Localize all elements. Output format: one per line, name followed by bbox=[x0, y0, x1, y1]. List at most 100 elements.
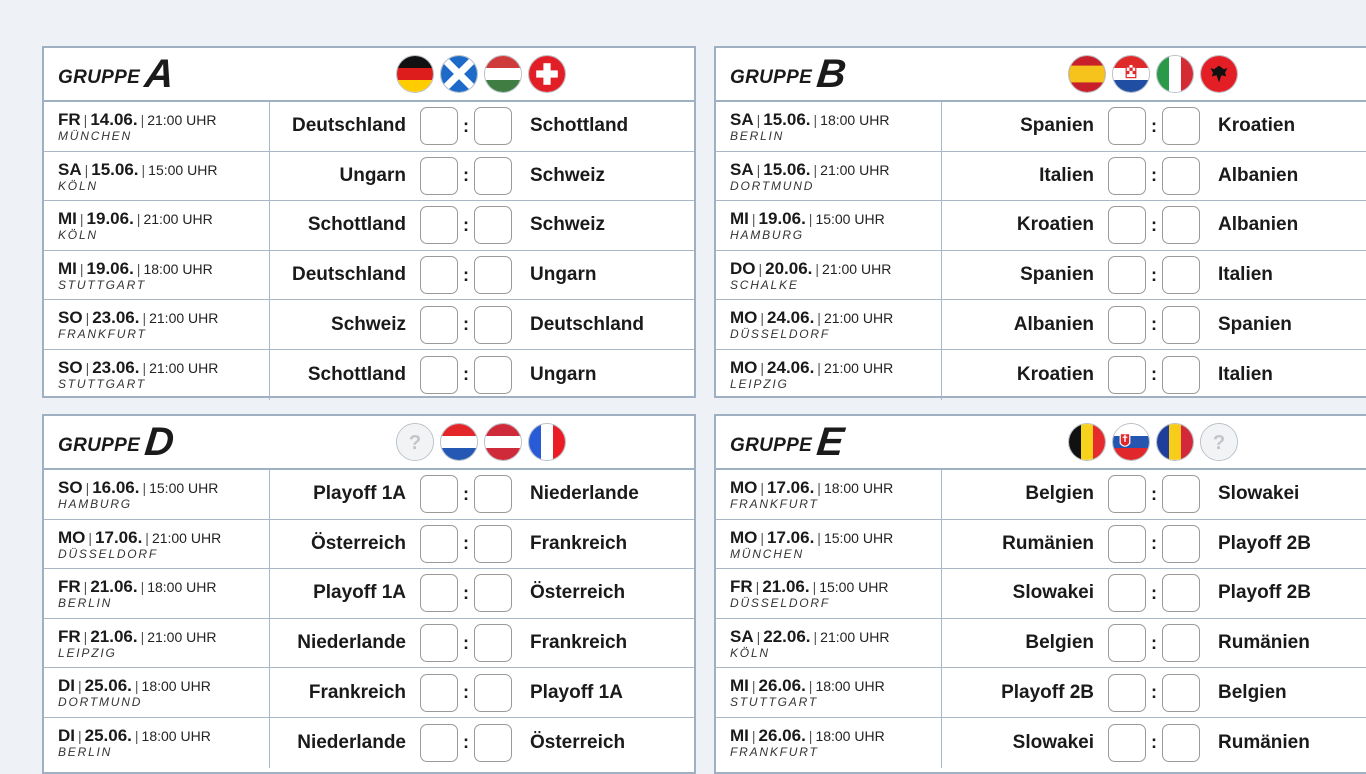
match-time: 15:00 UHR bbox=[823, 529, 894, 546]
home-score-input[interactable] bbox=[420, 107, 458, 146]
home-score-input[interactable] bbox=[1108, 673, 1146, 712]
home-score-input[interactable] bbox=[1108, 256, 1146, 295]
match-day: MI bbox=[58, 209, 77, 229]
away-score-input[interactable] bbox=[1162, 355, 1200, 394]
away-score-input[interactable] bbox=[1162, 156, 1200, 195]
away-score-input[interactable] bbox=[474, 355, 512, 394]
away-score-input[interactable] bbox=[1162, 574, 1200, 613]
away-score-input[interactable] bbox=[474, 673, 512, 712]
home-score-input[interactable] bbox=[420, 574, 458, 613]
away-score-input[interactable] bbox=[1162, 206, 1200, 245]
match-day: MI bbox=[730, 676, 749, 696]
away-score-input[interactable] bbox=[1162, 256, 1200, 295]
match-info: SA | 22.06. | 21:00 UHR Köln bbox=[716, 618, 942, 668]
group-letter: A bbox=[142, 52, 177, 96]
home-score-input[interactable] bbox=[1108, 355, 1146, 394]
home-team: Spanien bbox=[1020, 115, 1094, 137]
home-score-input[interactable] bbox=[1108, 156, 1146, 195]
away-score-input[interactable] bbox=[1162, 475, 1200, 514]
home-score-input[interactable] bbox=[1108, 524, 1146, 563]
separator: | bbox=[140, 579, 145, 596]
match-date: 15.06. bbox=[91, 159, 139, 179]
match-teams: Playoff 1A : Österreich bbox=[270, 569, 694, 618]
away-score-input[interactable] bbox=[474, 475, 512, 514]
home-score-input[interactable] bbox=[420, 156, 458, 195]
away-score-input[interactable] bbox=[1162, 673, 1200, 712]
match-day: MO bbox=[730, 527, 758, 547]
away-score-input[interactable] bbox=[474, 206, 512, 245]
away-score-input[interactable] bbox=[474, 574, 512, 613]
away-team: Rumänien bbox=[1218, 731, 1310, 753]
match-info: DO | 20.06. | 21:00 UHR Schalke bbox=[716, 250, 942, 300]
home-score-input[interactable] bbox=[1108, 305, 1146, 344]
away-score-input[interactable] bbox=[474, 256, 512, 295]
match-row: DI | 25.06. | 18:00 UHR Dortmund Frankreich … bbox=[44, 668, 694, 718]
away-score-input[interactable] bbox=[1162, 524, 1200, 563]
home-score-input[interactable] bbox=[1108, 574, 1146, 613]
home-score-input[interactable] bbox=[1108, 624, 1146, 663]
match-date: 25.06. bbox=[84, 676, 132, 696]
home-score-input[interactable] bbox=[420, 624, 458, 663]
match-teams: Schweiz : Deutschland bbox=[270, 300, 694, 349]
home-score-input[interactable] bbox=[420, 256, 458, 295]
match-day: FR bbox=[58, 110, 81, 129]
score-colon: : bbox=[463, 582, 469, 603]
away-score-input[interactable] bbox=[1162, 624, 1200, 663]
home-score-input[interactable] bbox=[1108, 475, 1146, 514]
home-score-input[interactable] bbox=[420, 475, 458, 514]
away-score-input[interactable] bbox=[474, 723, 512, 762]
match-info: MI | 26.06. | 18:00 UHR Frankfurt bbox=[716, 717, 942, 768]
separator: | bbox=[142, 359, 147, 376]
home-score-input[interactable] bbox=[420, 305, 458, 344]
away-score-input[interactable] bbox=[474, 624, 512, 663]
match-teams: Österreich : Frankreich bbox=[270, 520, 694, 569]
match-venue: Dortmund bbox=[730, 178, 815, 193]
group-panel-d: GRUPPE D ? SO | 16.06. | 15:00 UHR Hamburg P… bbox=[42, 414, 696, 774]
group-header: GRUPPE E ? bbox=[716, 416, 1366, 470]
home-score-input[interactable] bbox=[1108, 206, 1146, 245]
group-flags bbox=[1068, 55, 1238, 93]
match-time: 21:00 UHR bbox=[147, 628, 217, 645]
match-date: 24.06. bbox=[767, 357, 815, 377]
match-time: 21:00 UHR bbox=[151, 529, 222, 546]
separator: | bbox=[85, 359, 90, 376]
away-score-input[interactable] bbox=[1162, 305, 1200, 344]
home-team: Schottland bbox=[307, 214, 406, 236]
home-team: Albanien bbox=[1013, 313, 1094, 335]
away-score-input[interactable] bbox=[1162, 723, 1200, 762]
separator: | bbox=[817, 529, 821, 546]
match-day: MO bbox=[58, 527, 86, 547]
home-score-input[interactable] bbox=[1108, 723, 1146, 762]
home-score-input[interactable] bbox=[420, 524, 458, 563]
match-venue: Stuttgart bbox=[58, 376, 146, 391]
match-info: MI | 19.06. | 21:00 UHR Köln bbox=[44, 201, 270, 250]
away-score-input[interactable] bbox=[474, 524, 512, 563]
separator: | bbox=[756, 628, 761, 645]
home-score-input[interactable] bbox=[420, 673, 458, 712]
match-venue: Leipzig bbox=[58, 645, 117, 660]
separator: | bbox=[85, 480, 90, 496]
away-score-input[interactable] bbox=[474, 156, 512, 195]
match-teams: Spanien : Kroatien bbox=[942, 102, 1366, 151]
home-score-input[interactable] bbox=[1108, 107, 1146, 146]
separator: | bbox=[134, 678, 139, 695]
match-date: 26.06. bbox=[758, 676, 806, 696]
match-info: MO | 17.06. | 18:00 UHR Frankfurt bbox=[716, 470, 942, 519]
austria-flag-icon bbox=[484, 423, 522, 461]
match-day: DI bbox=[58, 725, 75, 745]
away-team: Playoff 1A bbox=[530, 681, 623, 703]
away-score-input[interactable] bbox=[474, 305, 512, 344]
separator: | bbox=[808, 727, 813, 744]
away-score-input[interactable] bbox=[474, 107, 512, 146]
home-score-input[interactable] bbox=[420, 206, 458, 245]
match-venue: Schalke bbox=[730, 277, 799, 292]
match-venue: Köln bbox=[730, 645, 770, 660]
score-colon: : bbox=[463, 483, 469, 504]
away-score-input[interactable] bbox=[1162, 107, 1200, 146]
match-day: SA bbox=[730, 159, 754, 179]
separator: | bbox=[755, 579, 760, 596]
score-colon: : bbox=[463, 533, 469, 554]
home-team: Niederlande bbox=[297, 731, 406, 753]
home-score-input[interactable] bbox=[420, 723, 458, 762]
home-score-input[interactable] bbox=[420, 355, 458, 394]
